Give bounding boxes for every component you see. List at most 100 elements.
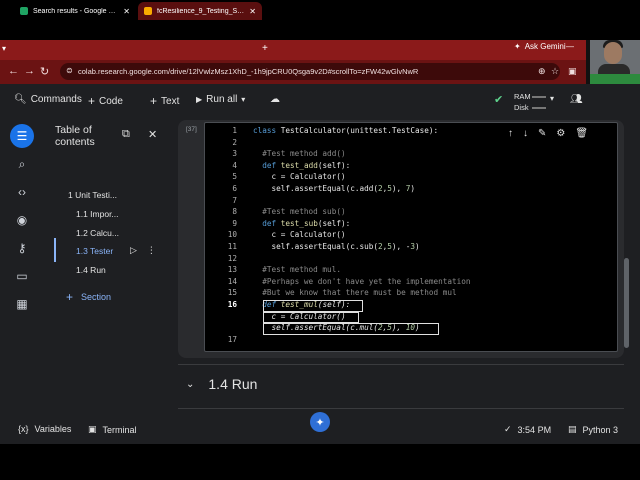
- add-code-button[interactable]: + Code: [88, 94, 123, 108]
- code-cell[interactable]: [37] 1 class TestCalculator(unittest.Test…: [178, 120, 624, 358]
- commands-label: Commands: [30, 94, 82, 105]
- run-all-label: Run all: [206, 94, 238, 105]
- code-line[interactable]: 6 self.assertEqual(c.add(2,5), 7): [205, 184, 617, 196]
- code-line[interactable]: 2: [205, 138, 617, 150]
- runtime-menu-button[interactable]: ▾: [550, 94, 554, 103]
- move-down-icon[interactable]: ↓: [523, 128, 528, 139]
- open-in-tab-icon[interactable]: ⧉: [122, 128, 130, 141]
- line-number: 1: [232, 126, 237, 135]
- code-line[interactable]: 12: [205, 254, 617, 266]
- line-number: 14: [227, 276, 237, 286]
- edit-pencil-icon[interactable]: ✎: [538, 128, 546, 139]
- code-text: #But we know that there must be method m…: [262, 288, 457, 298]
- check-icon: ✓: [504, 424, 512, 434]
- browser-tab-strip: [0, 40, 586, 60]
- line-number: 16: [227, 300, 237, 309]
- drive-save-button[interactable]: ☁: [270, 94, 280, 105]
- files-folder-icon[interactable]: ▭: [10, 264, 34, 288]
- browser-tab-colab[interactable]: fcResilience_9_Testing_Software ✕: [138, 2, 262, 20]
- chevron-down-icon[interactable]: ▾: [241, 95, 245, 104]
- code-line[interactable]: 10 c = Calculator(): [205, 230, 617, 242]
- code-line[interactable]: 11 self.assertEqual(c.sub(2,5), -3): [205, 242, 617, 254]
- more-vertical-icon[interactable]: ⋮: [147, 245, 156, 256]
- runtime-icon: ▤: [568, 424, 577, 434]
- data-table-icon[interactable]: ▦: [10, 292, 34, 316]
- gemini-button[interactable]: ✦: [310, 412, 330, 432]
- back-arrow-icon[interactable]: ←: [8, 65, 19, 77]
- reload-icon[interactable]: ↻: [40, 65, 49, 78]
- add-code-label: Code: [99, 95, 123, 107]
- close-icon[interactable]: ✕: [148, 128, 157, 141]
- new-tab-plus-icon[interactable]: +: [262, 43, 268, 54]
- key-icon[interactable]: ⚷: [10, 236, 34, 260]
- section-heading[interactable]: ⌄ 1.4 Run: [186, 376, 257, 392]
- share-people-button[interactable]: 👥︎: [570, 94, 583, 105]
- code-line[interactable]: 9 def test_sub(self):: [205, 219, 617, 231]
- resource-monitor[interactable]: RAM Disk: [514, 91, 531, 113]
- forward-arrow-icon[interactable]: →: [24, 65, 35, 77]
- table-of-contents-panel: Table of contents ⧉ ✕ 1 Unit Testi... 1.…: [44, 118, 174, 444]
- toc-active-indicator: [54, 238, 56, 262]
- code-line[interactable]: 14 #Perhaps we don't have yet the implem…: [205, 277, 617, 289]
- tab-search-icon[interactable]: ▾: [2, 44, 6, 53]
- ask-gemini-button[interactable]: ✦ Ask Gemini: [514, 42, 566, 51]
- text-selection-highlight: [263, 323, 439, 335]
- section-heading-text: 1.4 Run: [208, 376, 258, 392]
- code-line[interactable]: 8 #Test method sub(): [205, 207, 617, 219]
- site-info-icon[interactable]: ⊜: [66, 66, 73, 75]
- code-editor[interactable]: 1 class TestCalculator(unittest.TestCase)…: [204, 122, 618, 352]
- toc-item[interactable]: 1 Unit Testi...: [68, 190, 117, 200]
- terminal-button[interactable]: ▣ Terminal: [88, 424, 137, 435]
- window-minimize-icon[interactable]: —: [566, 42, 574, 51]
- bookmark-star-icon[interactable]: ☆: [551, 66, 559, 77]
- text-selection-highlight: [263, 300, 363, 312]
- toc-item[interactable]: 1.2 Calcu...: [76, 228, 119, 238]
- add-text-button[interactable]: + Text: [150, 94, 179, 108]
- delete-trash-icon[interactable]: 🗑︎: [575, 128, 588, 139]
- code-line[interactable]: 5 c = Calculator(): [205, 172, 617, 184]
- toc-item[interactable]: 1.1 Impor...: [76, 209, 119, 219]
- execution-count: [37]: [186, 126, 197, 133]
- code-line[interactable]: 15 #But we know that there must be metho…: [205, 288, 617, 300]
- runtime-type[interactable]: ▤ Python 3: [568, 424, 618, 435]
- run-section-icon[interactable]: ▷: [130, 245, 137, 256]
- code-snippets-icon[interactable]: ‹›: [10, 180, 34, 204]
- collapse-chevron-icon[interactable]: ⌄: [186, 379, 194, 390]
- line-number: 15: [227, 288, 237, 298]
- code-text: #Test method sub(): [262, 207, 346, 217]
- execution-status[interactable]: ✓ 3:54 PM: [504, 424, 551, 435]
- line-number: 6: [232, 184, 237, 193]
- close-tab-icon[interactable]: ✕: [249, 7, 256, 16]
- toc-item-active[interactable]: 1.3 Tester: [76, 246, 113, 256]
- add-section-button[interactable]: + Section: [66, 290, 111, 304]
- gemini-spark-icon: ✦: [514, 42, 521, 51]
- drive-favicon-icon: [20, 7, 28, 15]
- zoom-icon[interactable]: ⊕: [538, 66, 546, 77]
- toc-item[interactable]: 1.4 Run: [76, 265, 106, 275]
- cell-divider: [178, 408, 624, 409]
- code-line[interactable]: 4 def test_add(self):: [205, 161, 617, 173]
- close-tab-icon[interactable]: ✕: [123, 7, 130, 16]
- code-line[interactable]: 17: [205, 335, 617, 347]
- code-text: c = Calculator(): [253, 172, 346, 182]
- settings-gear-icon[interactable]: ⚙: [556, 128, 565, 139]
- run-all-button[interactable]: ▶ Run all ▾: [196, 94, 245, 105]
- move-up-icon[interactable]: ↑: [508, 128, 513, 139]
- line-number: 3: [232, 149, 237, 159]
- code-text: class TestCalculator(unittest.TestCase):: [253, 126, 439, 135]
- variables-button[interactable]: {x} Variables: [18, 424, 71, 434]
- url-field[interactable]: ⊜ colab.research.google.com/drive/12lVwl…: [60, 63, 560, 80]
- code-line[interactable]: 3 #Test method add(): [205, 149, 617, 161]
- code-text: #Test method mul.: [262, 265, 341, 275]
- code-line[interactable]: 7: [205, 196, 617, 208]
- find-icon[interactable]: ⌕: [10, 152, 34, 176]
- extensions-icon[interactable]: ▣: [568, 66, 577, 77]
- notebook-scrollbar[interactable]: [624, 258, 629, 348]
- secrets-eye-icon[interactable]: ◉: [10, 208, 34, 232]
- table-of-contents-icon[interactable]: ☰: [10, 124, 34, 148]
- text-selection-highlight: [263, 311, 359, 324]
- commands-button[interactable]: 🔍︎ Commands: [14, 94, 82, 105]
- code-line[interactable]: 13 #Test method mul.: [205, 265, 617, 277]
- browser-tab-drive[interactable]: Search results - Google Drive ✕: [14, 2, 136, 20]
- screen: ▾ Search results - Google Drive ✕ fcResi…: [0, 0, 640, 480]
